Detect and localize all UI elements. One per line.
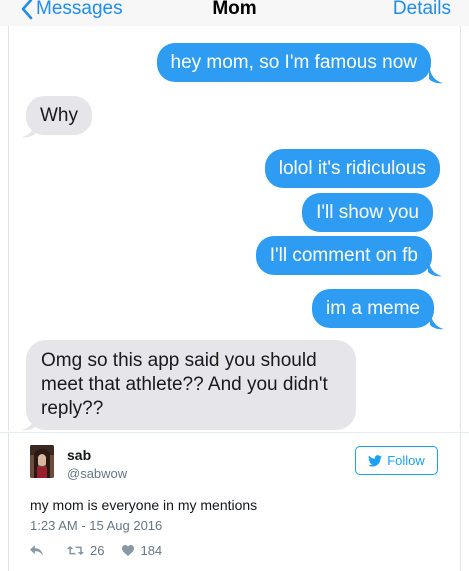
avatar-photo (30, 445, 54, 478)
tweet-author-name[interactable]: sab (67, 447, 91, 463)
bubble-tail (429, 66, 443, 84)
tweet-timestamp[interactable]: 1:23 AM - 15 Aug 2016 (30, 518, 162, 533)
embedded-tweet: sab @sabwow Follow my mom is everyone in… (0, 432, 469, 571)
message-bubble-outgoing: im a meme (312, 289, 434, 328)
like-count: 184 (140, 543, 163, 558)
bubble-tail (430, 312, 444, 330)
twitter-bird-icon (368, 454, 383, 467)
message-bubble-outgoing: hey mom, so I'm famous now (156, 43, 431, 82)
reply-button[interactable] (30, 545, 43, 556)
messages-nav-bar: Messages Mom Details (0, 0, 469, 26)
reply-icon (30, 545, 43, 556)
heart-icon (122, 545, 135, 556)
tweet-text: my mom is everyone in my mentions (30, 497, 258, 513)
follow-button[interactable]: Follow (355, 446, 438, 475)
avatar[interactable] (30, 445, 54, 478)
bubble-tail (22, 120, 36, 138)
message-bubble-outgoing: lolol it's ridiculous (264, 149, 440, 188)
follow-label: Follow (387, 453, 425, 468)
bubble-tail (22, 413, 36, 431)
tweet-actions: 26 184 (30, 543, 162, 558)
message-bubble-outgoing: I'll show you (302, 193, 433, 232)
retweet-button[interactable]: 26 (67, 543, 104, 558)
retweet-count: 26 (90, 543, 105, 558)
like-button[interactable]: 184 (122, 543, 162, 558)
message-bubble-outgoing: I'll comment on fb (255, 236, 432, 275)
retweet-icon (67, 545, 84, 556)
tweet-author-handle[interactable]: @sabwow (67, 466, 127, 481)
bubble-tail (428, 259, 442, 277)
details-button[interactable]: Details (393, 0, 451, 21)
message-bubble-incoming: Omg so this app said you should meet tha… (26, 340, 356, 430)
